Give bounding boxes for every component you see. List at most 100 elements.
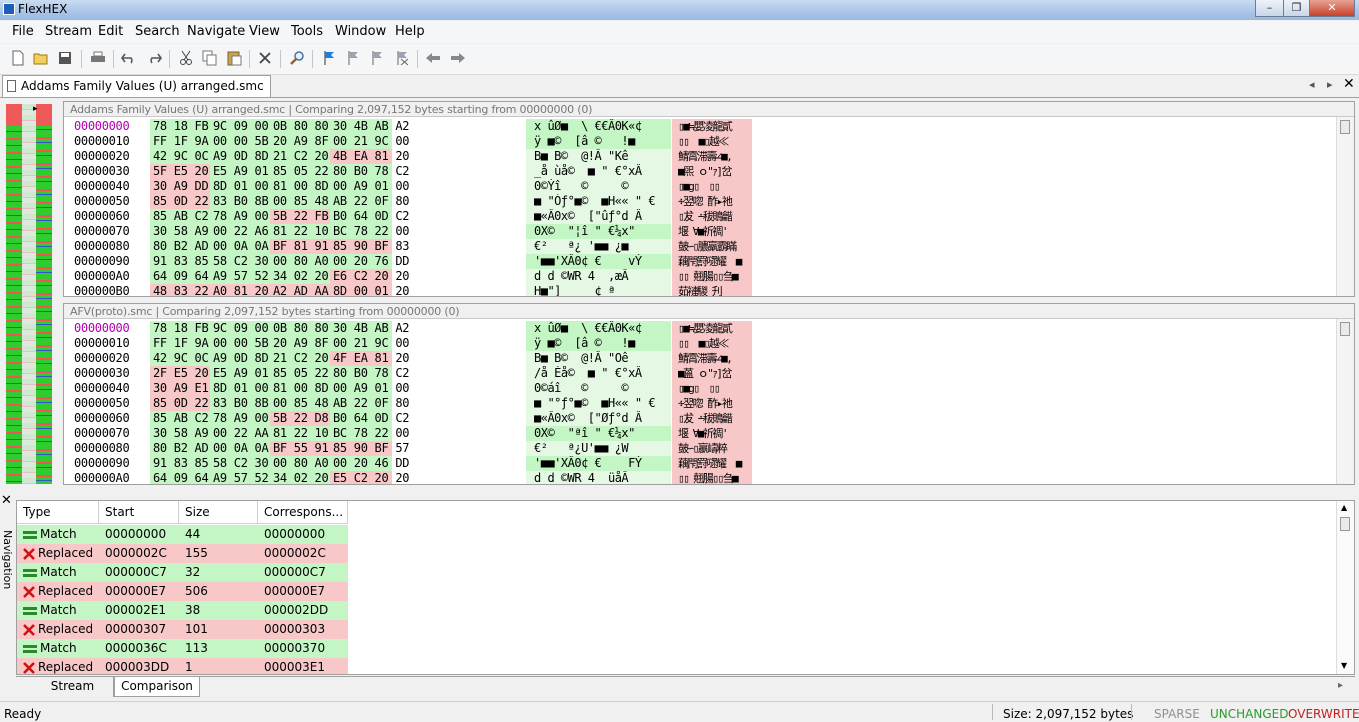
hex-group[interactable]: 00 A9 01 00 [333,381,409,396]
hex-group[interactable]: 8D 00 01 20 [333,284,409,296]
hex-group[interactable]: 85 90 BF 57 [333,441,409,456]
grid-scrollbar[interactable]: ▲ ▼ [1336,501,1354,674]
sjis-text[interactable]: ▯▯ 翹腸▯▯刍■ [678,471,750,484]
minimize-button[interactable]: – [1255,0,1284,17]
new-file-icon[interactable] [9,49,27,67]
find-icon[interactable] [288,49,306,67]
vertical-scrollbar[interactable] [1336,319,1354,484]
menu-tools[interactable]: Tools [291,24,323,39]
back-arrow-icon[interactable] [424,49,442,67]
redo-icon[interactable] [145,49,163,67]
copy-icon[interactable] [201,49,219,67]
maximize-button[interactable]: ❐ [1283,0,1310,17]
hex-group[interactable]: 4F EA 81 20 [333,351,409,366]
menu-edit[interactable]: Edit [98,24,123,39]
ascii-text[interactable]: ■«Â0x© ["Øƒ°d Â [534,411,669,426]
print-icon[interactable] [89,49,107,67]
hex-group[interactable]: 85 90 BF 83 [333,239,409,254]
paste-icon[interactable] [225,49,243,67]
hex-group[interactable]: E6 C2 20 20 [333,269,409,284]
bookmark-icon[interactable] [320,49,338,67]
ascii-text[interactable]: x ûØ■ \ €€Â0K«¢ [534,119,669,134]
ascii-text[interactable]: ÿ ■© [â © !■ [534,134,669,149]
hex-group[interactable]: BC 78 22 00 [333,224,409,239]
bookmark-clear-icon[interactable] [393,49,411,67]
hex-group[interactable]: 00 21 9C 00 [333,134,409,149]
menu-search[interactable]: Search [135,24,180,39]
column-header-size[interactable]: Size [179,501,258,524]
tab-scroll-left-icon[interactable]: ◂ [1309,78,1315,91]
ascii-text[interactable]: ■ "Óƒ°■© ■H«« " € [534,194,669,209]
hex-group[interactable]: 00 A9 01 00 [333,179,409,194]
tab-scroll-right-icon[interactable]: ▸ [1327,78,1333,91]
document-tab[interactable]: Addams Family Values (U) arranged.smc [2,75,271,97]
sjis-text[interactable]: 皷∽▯嬴嶹粹 [678,441,750,456]
ascii-text[interactable]: B■ B© @!Â "Kê [534,149,669,164]
menu-view[interactable]: View [249,24,280,39]
hex-pane-primary[interactable]: Addams Family Values (U) arranged.smc | … [63,101,1355,297]
ascii-text[interactable]: 0©áî © © [534,381,669,396]
sjis-text[interactable]: 藕閇罸嚃耀 ■ [678,456,750,471]
ascii-text[interactable]: ■ "°ƒ°■© ■H«« " € [534,396,669,411]
sjis-text[interactable]: ▯▯ ■▯越≪ [678,134,750,149]
tab-stream[interactable]: Stream [32,677,114,697]
close-document-icon[interactable]: ✕ [1343,76,1355,92]
ascii-text[interactable]: 0©Ýî © © [534,179,669,194]
sjis-text[interactable]: ∻翌唿 酢▸祂 [678,396,750,411]
open-folder-icon[interactable] [32,49,50,67]
column-header-corresponds[interactable]: Correspons... [258,501,348,524]
ascii-text[interactable]: '■■'XÂ0¢ € vÝ [534,254,669,269]
sjis-text[interactable]: ▯▯ ■▯越≪ [678,336,750,351]
hex-group[interactable]: 00 20 76 DD [333,254,409,269]
table-row[interactable]: Match 00000000 44 00000000 [17,525,348,544]
ascii-text[interactable]: d d ©WR 4 ,æÂ [534,269,669,284]
forward-arrow-icon[interactable] [449,49,467,67]
tab-scroll-right-icon[interactable]: ▸ [1338,680,1343,691]
ascii-text[interactable]: €² ª¿ '■■ ¿■ [534,239,669,254]
sjis-text[interactable]: ▯■≒嬰凌龍貳 [678,119,750,134]
sjis-text[interactable]: ■蒕 ｏ"ｧ]岔 [678,366,750,381]
ascii-text[interactable]: d d ©WR 4 üåÂ [534,471,669,484]
hex-group[interactable]: 00 21 9C 00 [333,336,409,351]
comparison-grid[interactable]: Type Start Size Correspons... Match 00000… [16,500,1355,675]
sjis-text[interactable]: 堰 ∀■祈禂' [678,224,750,239]
ascii-text[interactable]: B■ B© @!Â "Oê [534,351,669,366]
ascii-text[interactable]: H■"] ¢ ª [534,284,669,296]
cut-icon[interactable] [177,49,195,67]
vertical-scrollbar[interactable] [1336,117,1354,296]
undo-icon[interactable] [120,49,138,67]
menu-stream[interactable]: Stream [45,24,92,39]
hex-group[interactable]: 80 B0 78 C2 [333,366,409,381]
sjis-text[interactable]: 皷∽▯膿羸霸瞞 [678,239,750,254]
table-row[interactable]: Replaced 0000002C 155 0000002C [17,544,348,563]
ascii-text[interactable]: 0X© "ªî " €¼x" [534,426,669,441]
sjis-text[interactable]: ▯■≒嬰凌龍貳 [678,321,750,336]
menu-file[interactable]: File [12,24,34,39]
sjis-text[interactable]: 堰 ∀■祈禂' [678,426,750,441]
table-row[interactable]: Match 000002E1 38 000002DD [17,601,348,620]
hex-group[interactable]: B0 64 0D C2 [333,209,409,224]
hex-group[interactable]: B0 64 0D C2 [333,411,409,426]
sjis-text[interactable]: ∻翌唿 酢▸祂 [678,194,750,209]
column-header-type[interactable]: Type [17,501,99,524]
hex-group[interactable]: 30 4B AB A2 [333,321,409,336]
ascii-text[interactable]: x ûØ■ \ €€Â0K«¢ [534,321,669,336]
scroll-up-icon[interactable]: ▲ [1341,503,1347,512]
table-row[interactable]: Match 0000036C 113 00000370 [17,639,348,658]
sjis-text[interactable]: 藕閇罸嚃耀 ■ [678,254,750,269]
table-row[interactable]: Replaced 00000307 101 00000303 [17,620,348,639]
hex-group[interactable]: BC 78 22 00 [333,426,409,441]
save-icon[interactable] [56,49,74,67]
sjis-text[interactable]: ▯▯ 翹腸▯▯刍■ [678,269,750,284]
menu-window[interactable]: Window [335,24,386,39]
ascii-text[interactable]: _å ùå© ■ " €°xÂ [534,164,669,179]
ascii-text[interactable]: €² ª¿U'■■ ¿W [534,441,669,456]
ascii-text[interactable]: ■«Â0x© ["ûƒ°d Â [534,209,669,224]
sjis-text[interactable]: ▯■g▯ ▯▯ [678,179,750,194]
close-window-button[interactable]: ✕ [1309,0,1355,17]
hex-group[interactable]: 4B EA 81 20 [333,149,409,164]
hex-group[interactable]: AB 22 0F 80 [333,396,409,411]
menu-help[interactable]: Help [395,24,425,39]
table-row[interactable]: Replaced 000000E7 506 000000E7 [17,582,348,601]
ascii-text[interactable]: ÿ ■© [â © !■ [534,336,669,351]
